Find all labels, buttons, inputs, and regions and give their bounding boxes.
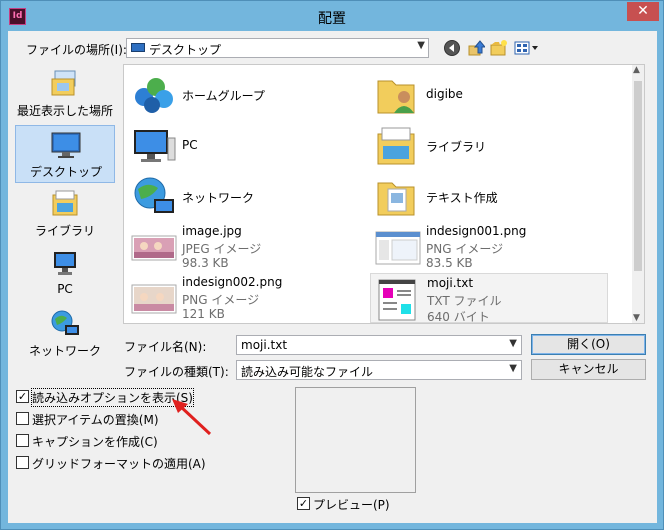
location-value: デスクトップ	[149, 43, 222, 57]
text-file-icon	[378, 279, 416, 321]
file-list-scrollbar[interactable]: ▲ ▼	[632, 65, 644, 323]
view-menu-icon[interactable]	[514, 39, 540, 57]
file-name: ホームグループ	[182, 89, 265, 103]
pc-icon	[54, 252, 76, 275]
place-label: ネットワーク	[28, 344, 101, 358]
place-desktop[interactable]: デスクトップ	[15, 125, 115, 183]
filetype-label: ファイルの種類(T):	[124, 365, 229, 379]
filetype-dropdown[interactable]: 読み込み可能なファイル ▼	[236, 360, 522, 380]
place-label: PC	[57, 282, 73, 296]
recent-places-icon	[51, 70, 76, 96]
checkbox-box[interactable]: ✓	[297, 497, 310, 510]
scroll-up-icon[interactable]: ▲	[633, 65, 640, 75]
file-name: ネットワーク	[182, 191, 255, 205]
desktop-mini-icon	[131, 43, 145, 52]
location-dropdown[interactable]: デスクトップ ▼	[126, 38, 429, 58]
file-size: 121 KB	[182, 307, 225, 321]
desktop-icon	[51, 132, 81, 158]
list-item[interactable]: テキスト作成	[370, 171, 608, 221]
back-icon[interactable]	[443, 39, 461, 57]
filetype-value: 読み込み可能なファイル	[241, 365, 374, 379]
file-name: moji.txt	[427, 276, 474, 290]
place-label: デスクトップ	[29, 165, 102, 179]
file-name: image.jpg	[182, 224, 242, 238]
file-type: TXT ファイル	[427, 294, 502, 308]
chevron-down-icon: ▼	[509, 363, 517, 374]
preview-pane	[295, 387, 416, 493]
checkbox-box[interactable]	[16, 456, 29, 469]
chevron-down-icon[interactable]: ▼	[509, 338, 517, 349]
place-label: ライブラリ	[34, 224, 95, 238]
place-label: 最近表示した場所	[16, 104, 113, 118]
libraries-icon	[52, 190, 78, 216]
scroll-down-icon[interactable]: ▼	[633, 313, 640, 323]
place-network[interactable]: ネットワーク	[15, 305, 115, 363]
places-bar: 最近表示した場所 デスクトップ ライブラリ PC ネットワーク	[15, 65, 117, 367]
list-item[interactable]: ホームグループ	[126, 69, 364, 119]
file-size: 640 バイト	[427, 310, 490, 324]
checkbox-box[interactable]	[16, 412, 29, 425]
checkbox-label: キャプションを作成(C)	[32, 435, 158, 449]
annotation-arrow-icon	[172, 399, 212, 436]
network-icon	[134, 177, 174, 213]
checkbox-box[interactable]	[16, 434, 29, 447]
place-libraries[interactable]: ライブラリ	[15, 185, 115, 243]
list-item[interactable]: indesign001.png PNG イメージ 83.5 KB	[370, 222, 608, 272]
file-name: PC	[182, 138, 198, 152]
list-item[interactable]: PC	[126, 120, 364, 170]
list-item[interactable]: image.jpg JPEG イメージ 98.3 KB	[126, 222, 364, 272]
checkbox-label: プレビュー(P)	[313, 498, 390, 512]
filename-label: ファイル名(N):	[124, 340, 207, 354]
scroll-thumb[interactable]	[634, 81, 642, 271]
file-type: PNG イメージ	[426, 242, 504, 256]
file-name: テキスト作成	[426, 191, 498, 205]
filename-input[interactable]: moji.txt ▼	[236, 335, 522, 355]
file-list[interactable]: ホームグループ digibe PC ライブラリ ネットワーク テキスト作成 im…	[123, 64, 645, 324]
filename-value: moji.txt	[241, 338, 288, 352]
list-item[interactable]: indesign002.png PNG イメージ 121 KB	[126, 273, 364, 323]
checkbox-label: 選択アイテムの置換(M)	[32, 413, 159, 427]
network-icon	[51, 310, 79, 335]
image-thumb-icon	[131, 284, 177, 314]
title-bar[interactable]: Id 配置 ✕	[1, 1, 663, 31]
image-thumb-icon	[131, 235, 177, 261]
folder-icon	[377, 182, 415, 216]
cancel-button[interactable]: キャンセル	[531, 359, 646, 380]
list-item[interactable]: ネットワーク	[126, 171, 364, 221]
list-item[interactable]: digibe	[370, 69, 608, 119]
homegroup-icon	[135, 78, 173, 113]
new-folder-icon[interactable]	[490, 39, 508, 57]
place-pc[interactable]: PC	[15, 245, 115, 303]
user-folder-icon	[377, 80, 415, 114]
open-button[interactable]: 開く(O)	[531, 334, 646, 355]
pc-icon	[134, 130, 176, 162]
file-name: ライブラリ	[426, 140, 487, 154]
screenshot-thumb-icon	[375, 231, 421, 265]
file-type: JPEG イメージ	[182, 242, 262, 256]
dialog-title: 配置	[318, 11, 346, 27]
checkbox-label: グリッドフォーマットの適用(A)	[32, 457, 206, 471]
list-item-selected[interactable]: moji.txt TXT ファイル 640 バイト	[370, 273, 608, 324]
place-recent[interactable]: 最近表示した場所	[15, 65, 115, 123]
file-name: indesign002.png	[182, 275, 283, 289]
file-size: 98.3 KB	[182, 256, 229, 270]
file-name: indesign001.png	[426, 224, 527, 238]
list-item[interactable]: ライブラリ	[370, 120, 608, 170]
close-button[interactable]: ✕	[627, 2, 659, 21]
file-size: 83.5 KB	[426, 256, 473, 270]
chevron-down-icon: ▼	[417, 40, 425, 51]
file-name: digibe	[426, 87, 463, 101]
checkbox-box[interactable]: ✓	[16, 390, 29, 403]
libraries-icon	[377, 127, 415, 165]
up-folder-icon[interactable]	[467, 39, 485, 57]
file-type: PNG イメージ	[182, 293, 260, 307]
location-label: ファイルの場所(I):	[26, 43, 127, 57]
